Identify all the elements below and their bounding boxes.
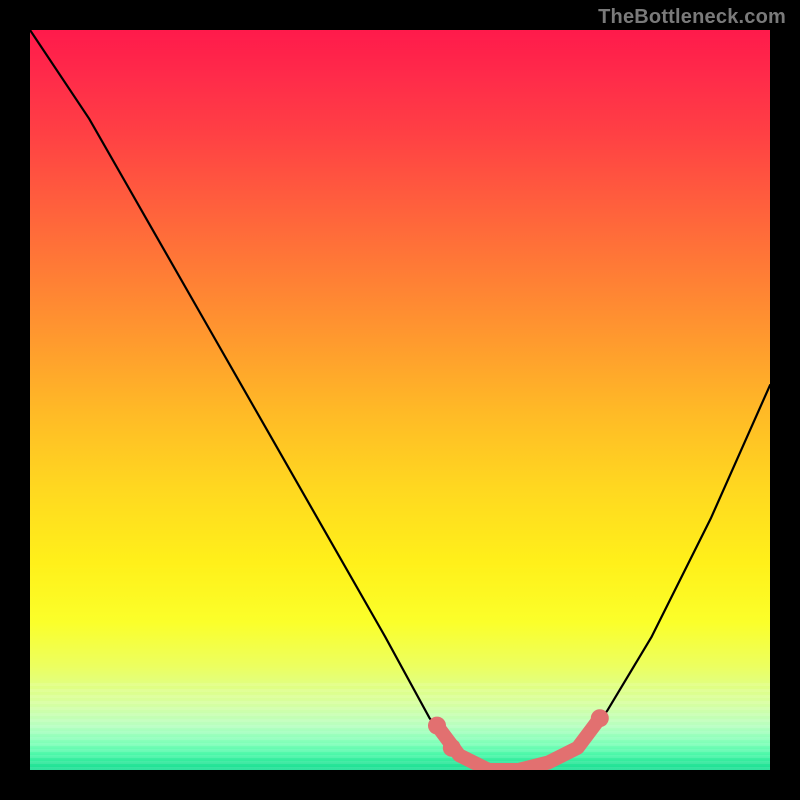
optimal-range-path: [437, 718, 600, 770]
marker-dot: [591, 709, 609, 727]
marker-dot: [443, 739, 461, 757]
curve-group: [30, 30, 770, 770]
bottleneck-curve-svg: [30, 30, 770, 770]
marker-dot: [428, 717, 446, 735]
chart-frame: TheBottleneck.com: [0, 0, 800, 800]
watermark-text: TheBottleneck.com: [598, 6, 786, 29]
plot-area: [30, 30, 770, 770]
bottleneck-curve-path: [30, 30, 770, 770]
